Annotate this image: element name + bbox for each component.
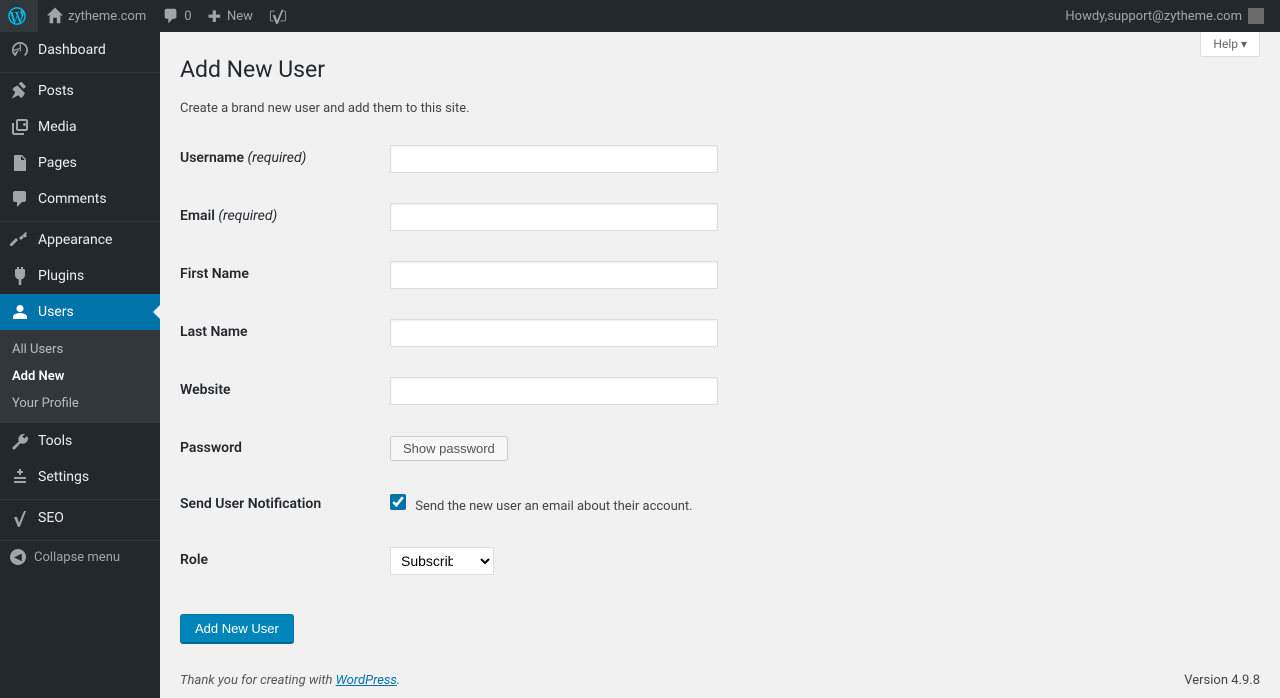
sidebar-item-pages[interactable]: Pages — [0, 145, 160, 181]
sidebar-label-plugins: Plugins — [38, 268, 84, 284]
sidebar-label-tools: Tools — [38, 433, 72, 449]
settings-icon — [10, 467, 30, 487]
label-username: Username (required) — [180, 130, 380, 188]
email-input[interactable] — [390, 203, 718, 231]
label-website: Website — [180, 362, 380, 420]
add-user-form: Username (required) Email (required) Fir… — [180, 130, 728, 590]
new-content-link[interactable]: ✚ New — [200, 0, 261, 32]
website-input[interactable] — [390, 377, 718, 405]
media-icon — [10, 117, 30, 137]
label-send-notification: Send User Notification — [180, 476, 380, 532]
send-notification-text: Send the new user an email about their a… — [415, 499, 692, 514]
page-title: Add New User — [180, 42, 1260, 87]
my-account-link[interactable]: Howdy, support@zytheme.com — [1057, 0, 1272, 32]
plugins-icon — [10, 266, 30, 286]
home-icon — [46, 7, 64, 25]
avatar — [1248, 8, 1264, 24]
site-name-link[interactable]: zytheme.com — [38, 0, 154, 32]
users-submenu: All Users Add New Your Profile — [0, 330, 160, 423]
sidebar-item-posts[interactable]: Posts — [0, 73, 160, 109]
sidebar-item-settings[interactable]: Settings — [0, 459, 160, 495]
sidebar-label-comments: Comments — [38, 191, 107, 207]
submenu-add-new[interactable]: Add New — [0, 363, 160, 390]
page-description: Create a brand new user and add them to … — [180, 101, 1260, 116]
tools-icon — [10, 431, 30, 451]
username-input[interactable] — [390, 145, 718, 173]
submenu-all-users[interactable]: All Users — [0, 336, 160, 363]
sidebar-item-media[interactable]: Media — [0, 109, 160, 145]
version-text: Version 4.9.8 — [1184, 673, 1260, 688]
footer: Thank you for creating with WordPress. V… — [180, 673, 1260, 688]
first-name-input[interactable] — [390, 261, 718, 289]
sidebar-label-posts: Posts — [38, 83, 74, 99]
admin-sidebar: Dashboard Posts Media Pages Comments App… — [0, 32, 160, 698]
help-tab[interactable]: Help ▾ — [1200, 32, 1260, 57]
label-last-name: Last Name — [180, 304, 380, 362]
label-first-name: First Name — [180, 246, 380, 304]
label-role: Role — [180, 532, 380, 590]
sidebar-item-tools[interactable]: Tools — [0, 423, 160, 459]
show-password-button[interactable]: Show password — [390, 436, 508, 461]
users-icon — [10, 302, 30, 322]
comment-icon — [162, 7, 180, 25]
comments-count: 0 — [184, 9, 191, 24]
sidebar-label-users: Users — [38, 304, 74, 320]
collapse-icon: ◀ — [10, 549, 26, 565]
sidebar-item-seo[interactable]: SEO — [0, 500, 160, 536]
howdy-prefix: Howdy, — [1065, 9, 1107, 24]
sidebar-label-settings: Settings — [38, 469, 89, 485]
sidebar-item-plugins[interactable]: Plugins — [0, 258, 160, 294]
content-area: Help ▾ Add New User Create a brand new u… — [160, 32, 1280, 698]
sidebar-label-dashboard: Dashboard — [38, 42, 106, 58]
sidebar-label-media: Media — [38, 119, 77, 135]
collapse-menu[interactable]: ◀ Collapse menu — [0, 541, 160, 573]
dashboard-icon — [10, 40, 30, 60]
howdy-user: support@zytheme.com — [1107, 9, 1242, 24]
plus-icon: ✚ — [208, 7, 221, 26]
sidebar-label-seo: SEO — [38, 510, 64, 526]
wordpress-link[interactable]: WordPress — [336, 673, 397, 688]
comments-icon — [10, 189, 30, 209]
wordpress-icon — [8, 7, 26, 25]
last-name-input[interactable] — [390, 319, 718, 347]
appearance-icon — [10, 230, 30, 250]
sidebar-item-users[interactable]: Users — [0, 294, 160, 330]
site-name: zytheme.com — [68, 9, 146, 24]
collapse-label: Collapse menu — [34, 550, 120, 565]
yoast-icon — [269, 7, 287, 25]
label-password: Password — [180, 420, 380, 476]
sidebar-item-appearance[interactable]: Appearance — [0, 222, 160, 258]
pin-icon — [10, 81, 30, 101]
sidebar-label-appearance: Appearance — [38, 232, 112, 248]
sidebar-item-comments[interactable]: Comments — [0, 181, 160, 217]
footer-thanks: Thank you for creating with — [180, 673, 336, 688]
add-new-user-button[interactable]: Add New User — [180, 614, 294, 643]
pages-icon — [10, 153, 30, 173]
sidebar-label-pages: Pages — [38, 155, 77, 171]
sidebar-item-dashboard[interactable]: Dashboard — [0, 32, 160, 68]
submenu-your-profile[interactable]: Your Profile — [0, 390, 160, 417]
admin-bar: zytheme.com 0 ✚ New Howdy, support@zythe… — [0, 0, 1280, 32]
new-label: New — [227, 9, 253, 24]
seo-admin-item[interactable] — [261, 0, 299, 32]
wp-logo-link[interactable] — [0, 0, 38, 32]
comments-link[interactable]: 0 — [154, 0, 199, 32]
seo-icon — [10, 508, 30, 528]
send-notification-checkbox[interactable] — [390, 494, 406, 510]
label-email: Email (required) — [180, 188, 380, 246]
role-select[interactable]: Subscriber — [390, 547, 494, 575]
send-notification-wrapper[interactable]: Send the new user an email about their a… — [390, 499, 693, 514]
